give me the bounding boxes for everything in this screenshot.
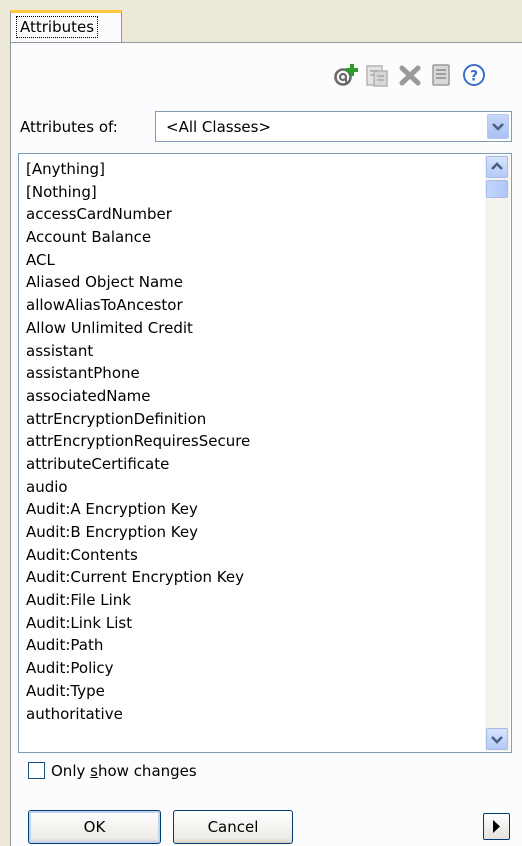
attribute-list-item[interactable]: Audit:Path xyxy=(26,634,476,657)
attribute-list-item[interactable]: assistantPhone xyxy=(26,362,476,385)
only-show-changes-checkbox[interactable] xyxy=(28,762,45,779)
attribute-list-item[interactable]: [Nothing] xyxy=(26,181,476,204)
chevron-down-icon xyxy=(491,736,503,744)
attribute-list-item[interactable]: associatedName xyxy=(26,385,476,408)
rename-attribute-icon[interactable] xyxy=(364,62,390,88)
attribute-list-item[interactable]: Account Balance xyxy=(26,226,476,249)
scroll-up-button[interactable] xyxy=(486,156,508,178)
attribute-list-item[interactable]: accessCardNumber xyxy=(26,203,476,226)
svg-text:?: ? xyxy=(470,69,478,85)
chevron-down-icon xyxy=(492,123,504,131)
attribute-list-item[interactable]: attrEncryptionRequiresSecure xyxy=(26,430,476,453)
attribute-list-item[interactable]: Audit:Type xyxy=(26,680,476,703)
add-attribute-icon[interactable] xyxy=(333,62,359,88)
scroll-thumb[interactable] xyxy=(486,180,508,198)
attribute-list-item[interactable]: [Anything] xyxy=(26,158,476,181)
attribute-list-item[interactable]: Audit:File Link xyxy=(26,589,476,612)
tab-attributes-label: Attributes xyxy=(16,16,99,38)
class-filter-value: <All Classes> xyxy=(166,118,272,136)
attribute-list-item[interactable]: Audit:A Encryption Key xyxy=(26,498,476,521)
chevron-up-icon xyxy=(491,162,503,170)
attribute-list-item[interactable]: attrEncryptionDefinition xyxy=(26,408,476,431)
attribute-list-item[interactable]: Audit:B Encryption Key xyxy=(26,521,476,544)
scroll-down-button[interactable] xyxy=(486,728,508,750)
attributes-of-label: Attributes of: xyxy=(20,118,118,136)
attribute-list-item[interactable]: allowAliasToAncestor xyxy=(26,294,476,317)
expand-button[interactable] xyxy=(483,813,510,840)
arrow-right-icon xyxy=(493,820,500,833)
delete-attribute-icon[interactable] xyxy=(397,62,423,88)
attribute-list-item[interactable]: attributeCertificate xyxy=(26,453,476,476)
attribute-list-item[interactable]: Audit:Contents xyxy=(26,544,476,567)
help-icon[interactable]: ? xyxy=(461,62,487,88)
vertical-scrollbar[interactable] xyxy=(485,155,510,751)
class-filter-dropdown[interactable]: <All Classes> xyxy=(155,111,512,142)
tab-strip: Attributes xyxy=(0,0,522,44)
attribute-list-item[interactable]: assistant xyxy=(26,340,476,363)
only-show-changes-label: Only show changes xyxy=(51,762,197,780)
attribute-list-item[interactable]: ACL xyxy=(26,249,476,272)
attributes-list: [Anything] [Nothing] accessCardNumber Accou… xyxy=(26,158,476,725)
attribute-list-item[interactable]: Audit:Current Encryption Key xyxy=(26,566,476,589)
attribute-list-item[interactable]: Audit:Policy xyxy=(26,657,476,680)
dropdown-button[interactable] xyxy=(487,114,509,139)
attribute-list-item[interactable]: audio xyxy=(26,476,476,499)
ok-button[interactable]: OK xyxy=(28,810,161,844)
cancel-button[interactable]: Cancel xyxy=(173,810,293,844)
tab-attributes[interactable]: Attributes xyxy=(10,10,122,42)
attribute-list-item[interactable]: Allow Unlimited Credit xyxy=(26,317,476,340)
attribute-list-item[interactable]: authoritative xyxy=(26,703,476,726)
attributes-listbox[interactable]: [Anything] [Nothing] accessCardNumber Accou… xyxy=(18,153,512,753)
properties-icon[interactable] xyxy=(428,62,454,88)
attribute-list-item[interactable]: Audit:Link List xyxy=(26,612,476,635)
attribute-list-item[interactable]: Aliased Object Name xyxy=(26,271,476,294)
